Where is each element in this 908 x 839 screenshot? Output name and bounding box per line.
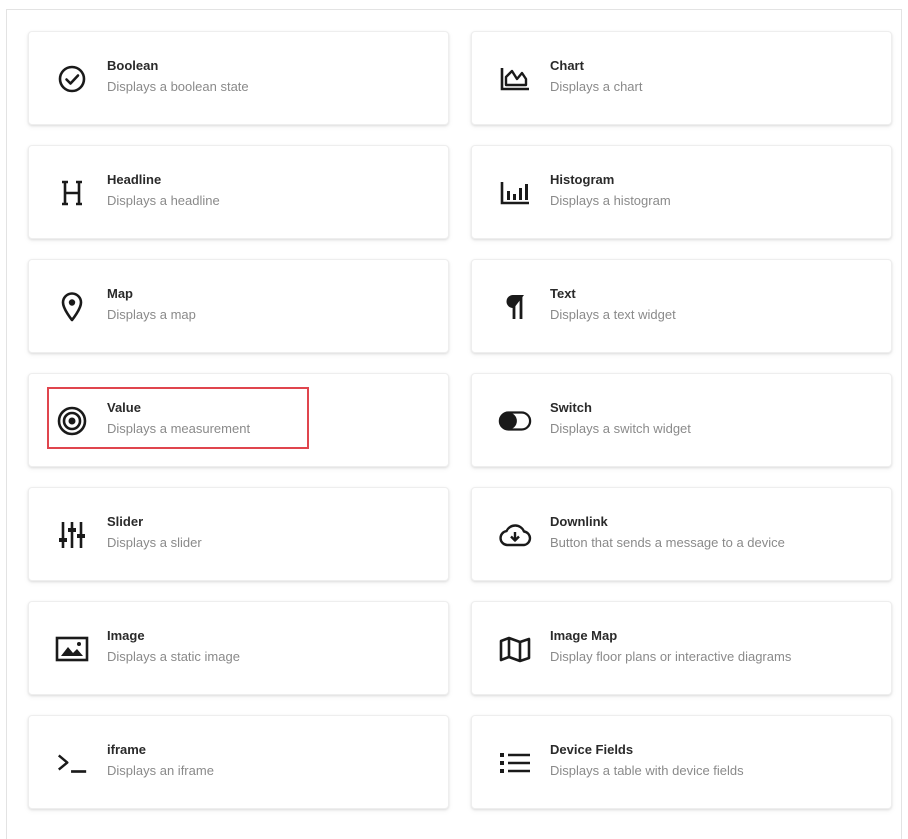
widget-grid: Boolean Displays a boolean state Chart D… [28,31,894,809]
widget-card-iframe[interactable]: iframe Displays an iframe [28,715,449,809]
image-icon [55,632,89,666]
widget-card-chart[interactable]: Chart Displays a chart [471,31,892,125]
sliders-icon [55,518,89,552]
widget-card-downlink[interactable]: Downlink Button that sends a message to … [471,487,892,581]
widget-card-switch[interactable]: Switch Displays a switch widget [471,373,892,467]
area-chart-icon [498,62,532,96]
bar-chart-icon [498,176,532,210]
list-icon [498,746,532,780]
widget-card-text[interactable]: Text Displays a text widget [471,259,892,353]
widget-title: Map [107,286,133,301]
widget-card-map[interactable]: Map Displays a map [28,259,449,353]
widget-card-value[interactable]: Value Displays a measurement [28,373,449,467]
widget-card-histogram[interactable]: Histogram Displays a histogram [471,145,892,239]
widget-description: Displays a slider [107,535,202,550]
widget-title: Image Map [550,628,618,643]
widget-description: Display floor plans or interactive diagr… [550,649,792,664]
widget-description: Displays a measurement [107,421,251,436]
widget-description: Displays a boolean state [107,79,249,94]
widget-title: iframe [107,742,147,757]
widget-description: Displays an iframe [107,763,214,778]
widget-title: Histogram [550,172,615,187]
widget-title: Headline [107,172,162,187]
widget-card-image[interactable]: Image Displays a static image [28,601,449,695]
widget-title: Device Fields [550,742,634,757]
widget-title: Chart [550,58,584,73]
check-circle-icon [55,62,89,96]
widget-card-image-map[interactable]: Image Map Display floor plans or interac… [471,601,892,695]
terminal-icon [55,746,89,780]
widget-description: Displays a map [107,307,196,322]
widget-title: Slider [107,514,144,529]
widget-title: Switch [550,400,592,415]
widget-description: Displays a static image [107,649,240,664]
widget-title: Image [107,628,145,643]
widget-card-headline[interactable]: Headline Displays a headline [28,145,449,239]
map-pin-icon [55,290,89,324]
widget-description: Displays a table with device fields [550,763,744,778]
pilcrow-icon [498,290,532,324]
widget-description: Displays a chart [550,79,643,94]
widget-description: Displays a histogram [550,193,671,208]
widget-title: Value [107,400,141,415]
toggle-icon [498,404,532,438]
folded-map-icon [498,632,532,666]
widget-title: Downlink [550,514,608,529]
widget-description: Displays a switch widget [550,421,691,436]
widget-card-boolean[interactable]: Boolean Displays a boolean state [28,31,449,125]
widget-card-device-fields[interactable]: Device Fields Displays a table with devi… [471,715,892,809]
headline-h-icon [55,176,89,210]
widget-description: Displays a headline [107,193,220,208]
widget-description: Displays a text widget [550,307,676,322]
widget-title: Text [550,286,576,301]
widget-card-slider[interactable]: Slider Displays a slider [28,487,449,581]
target-icon [55,404,89,438]
widget-description: Button that sends a message to a device [550,535,785,550]
cloud-download-icon [498,518,532,552]
widget-title: Boolean [107,58,159,73]
